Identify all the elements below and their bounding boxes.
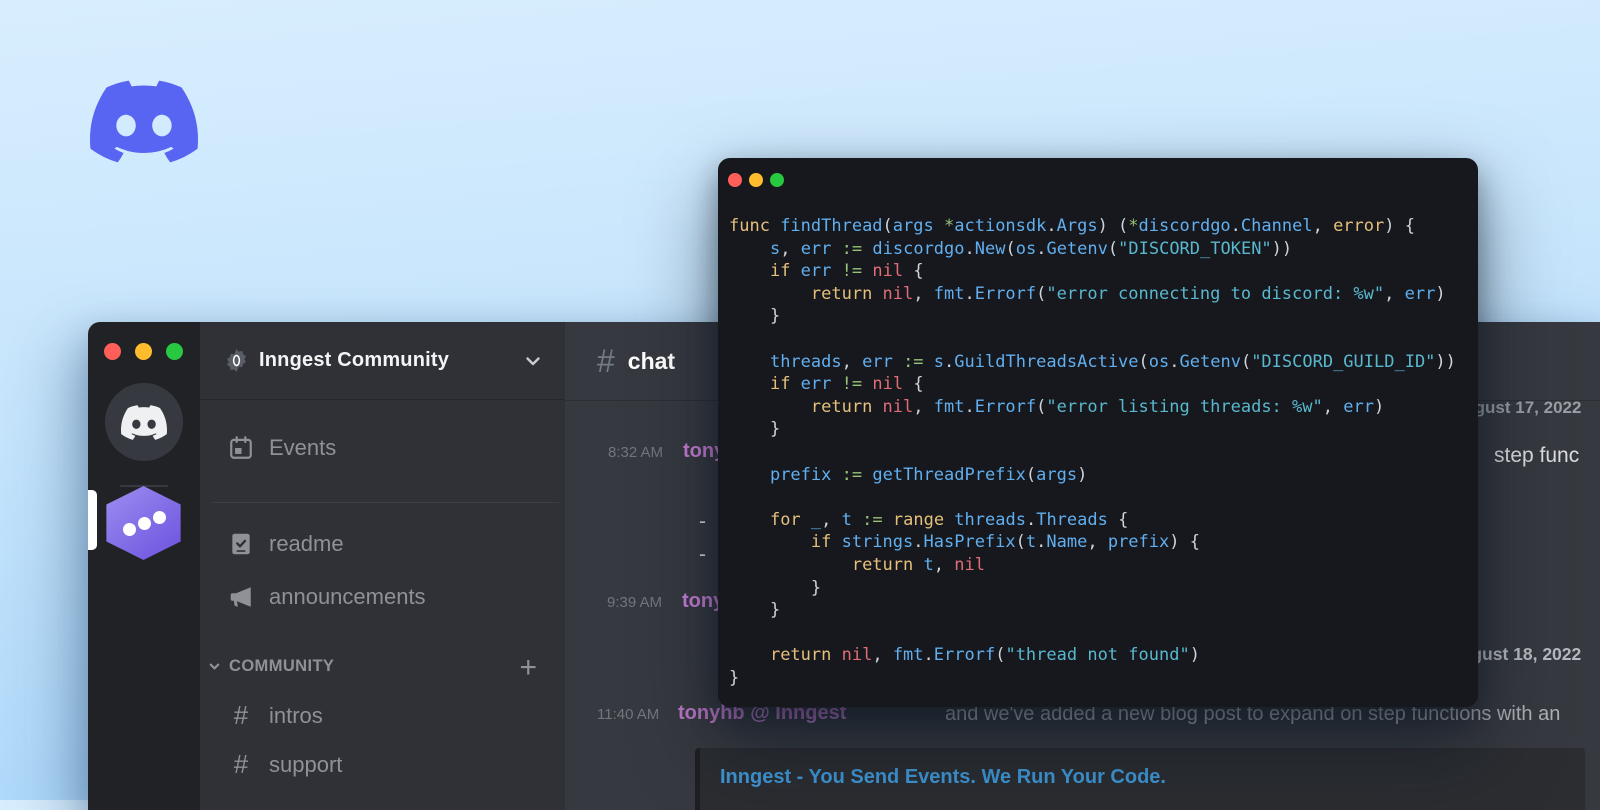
maximize-button[interactable] xyxy=(770,173,784,187)
channel-title: chat xyxy=(627,347,676,374)
add-channel-button[interactable]: + xyxy=(519,653,537,683)
maximize-button[interactable] xyxy=(166,343,183,360)
link-embed-card: Inngest - You Send Events. We Run Your C… xyxy=(695,748,1585,810)
inngest-server-button[interactable] xyxy=(106,486,181,560)
bullet-fragment: - xyxy=(699,510,706,533)
channel-label: support xyxy=(269,751,343,777)
sidebar-item-events[interactable]: Events xyxy=(228,435,336,461)
code-line: s, err := discordgo.New(os.Getenv("DISCO… xyxy=(769,238,1293,259)
hash-icon: # xyxy=(233,749,249,779)
category-community[interactable]: COMMUNITY xyxy=(208,657,334,676)
inngest-dot xyxy=(153,511,166,524)
close-button[interactable] xyxy=(104,343,121,360)
code-line: } xyxy=(729,306,781,327)
discord-logo xyxy=(90,80,198,163)
sidebar-divider xyxy=(212,502,559,503)
window-controls xyxy=(728,173,784,187)
close-button[interactable] xyxy=(728,173,742,187)
calendar-icon xyxy=(230,436,252,459)
code-line: } xyxy=(729,667,740,688)
bullet-fragment: - xyxy=(699,543,706,566)
discord-mark-icon xyxy=(121,404,167,440)
code-line: if err != nil { xyxy=(769,374,924,395)
megaphone-icon xyxy=(230,587,251,607)
code-line: return t, nil xyxy=(851,554,985,575)
verified-badge-icon xyxy=(226,349,247,372)
code-line: } xyxy=(729,600,781,621)
channel-sidebar: Inngest Community Events readme announce… xyxy=(200,322,565,810)
chevron-down-icon[interactable] xyxy=(523,351,543,371)
inngest-dot xyxy=(138,517,151,530)
message-fragment: step func xyxy=(1494,444,1580,467)
sidebar-channel-support[interactable]: # support xyxy=(228,749,343,780)
code-editor-window: func findThread(args *actionsdk.Args) (*… xyxy=(718,158,1478,707)
message-timestamp: 9:39 AM xyxy=(607,594,663,611)
code-line: return nil, fmt.Errorf("error listing th… xyxy=(810,396,1385,417)
window-controls xyxy=(104,343,183,360)
code-line: } xyxy=(729,577,822,598)
minimize-button[interactable] xyxy=(135,343,152,360)
message-timestamp: 11:40 AM xyxy=(597,706,660,723)
discord-home-button[interactable] xyxy=(105,383,183,461)
sidebar-item-label: announcements xyxy=(269,584,426,609)
code-line: threads, err := s.GuildThreadsActive(os.… xyxy=(769,351,1456,372)
code-line: if err != nil { xyxy=(769,261,924,282)
category-label: COMMUNITY xyxy=(229,657,335,675)
sidebar-item-label: Events xyxy=(269,435,337,460)
sidebar-item-label: readme xyxy=(269,531,344,556)
minimize-button[interactable] xyxy=(749,173,763,187)
chevron-down-icon xyxy=(209,663,220,670)
server-rail xyxy=(88,322,200,810)
hash-icon: # xyxy=(597,342,615,379)
readme-book-icon xyxy=(232,533,250,555)
channel-label: intros xyxy=(269,702,323,728)
code-content: func findThread(args *actionsdk.Args) (*… xyxy=(729,215,1472,697)
server-name: Inngest Community xyxy=(259,349,450,371)
code-line: if strings.HasPrefix(t.Name, prefix) { xyxy=(810,532,1200,553)
code-line: func findThread(args *actionsdk.Args) (*… xyxy=(729,216,1415,236)
sidebar-item-readme[interactable]: readme xyxy=(228,531,344,557)
sidebar-item-announcements[interactable]: announcements xyxy=(228,584,426,610)
hash-icon: # xyxy=(233,700,249,730)
server-header[interactable]: Inngest Community xyxy=(200,322,565,400)
sidebar-channel-intros[interactable]: # intros xyxy=(228,700,323,731)
inngest-dot xyxy=(123,523,136,536)
code-line: prefix := getThreadPrefix(args) xyxy=(769,464,1088,485)
code-line: return nil, fmt.Errorf("error connecting… xyxy=(810,283,1446,304)
code-line: for _, t := range threads.Threads { xyxy=(769,509,1129,530)
embed-title-link[interactable]: Inngest - You Send Events. We Run Your C… xyxy=(720,766,1565,789)
message-timestamp: 8:32 AM xyxy=(608,444,664,461)
code-line: } xyxy=(729,419,781,440)
code-line: return nil, fmt.Errorf("thread not found… xyxy=(769,645,1200,666)
active-server-indicator xyxy=(88,490,97,550)
